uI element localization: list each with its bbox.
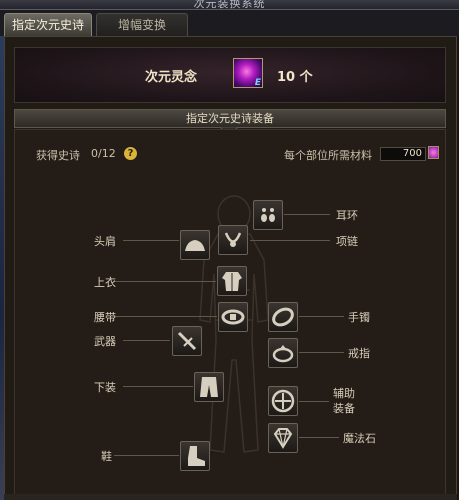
label-weapon: 武器: [94, 335, 116, 348]
slot-top[interactable]: [217, 266, 247, 296]
label-belt: 腰带: [94, 311, 116, 324]
label-shoulder: 头肩: [94, 235, 116, 248]
leader-line-support: [299, 401, 329, 402]
window-title-bar: 次元装换系统: [0, 0, 459, 10]
section-header: 指定次元史诗装备: [14, 109, 446, 128]
shoulder-armor-icon: [185, 240, 205, 251]
label-shoes: 鞋: [101, 450, 112, 463]
slot-support[interactable]: [268, 386, 298, 416]
dimension-orb-icon: E: [233, 58, 263, 88]
slot-bracelet[interactable]: [268, 302, 298, 332]
slot-belt[interactable]: [218, 302, 248, 332]
tab-bar: 指定次元史诗 增幅变换: [0, 10, 459, 36]
leader-line-top: [114, 281, 216, 282]
leader-line-shoulder: [123, 240, 179, 241]
slot-pants[interactable]: [194, 372, 224, 402]
currency-panel: 次元灵念 E 10 个: [14, 47, 446, 103]
leader-line-weapon: [123, 340, 170, 341]
top-armor-icon: [222, 272, 242, 291]
slot-shoulder[interactable]: [180, 230, 210, 260]
material-label: 每个部位所需材料: [284, 149, 372, 162]
currency-count: 10 个: [277, 70, 313, 85]
currency-badge: E: [254, 78, 261, 88]
slot-shoes[interactable]: [180, 441, 210, 471]
label-bracelet: 手镯: [348, 311, 370, 324]
earring-icon: [261, 208, 275, 222]
bracelet-icon: [272, 307, 294, 327]
slot-ring[interactable]: [268, 338, 298, 368]
material-value-box: 700: [380, 147, 426, 161]
leader-line-ring: [299, 352, 344, 353]
necklace-icon: [224, 232, 242, 247]
leader-line-pants: [123, 386, 193, 387]
tab-designated-epic[interactable]: 指定次元史诗: [4, 13, 92, 36]
leader-line-bracelet: [299, 316, 344, 317]
leader-line-necklace: [250, 240, 330, 241]
currency-name: 次元灵念: [145, 70, 198, 85]
belt-icon: [221, 309, 245, 325]
label-earring: 耳环: [336, 209, 358, 222]
label-pants: 下装: [94, 381, 116, 394]
label-necklace: 项链: [336, 235, 358, 248]
frame-bottom: [4, 494, 457, 500]
help-icon[interactable]: ?: [124, 147, 137, 160]
label-magic-stone: 魔法石: [343, 432, 376, 445]
slot-weapon[interactable]: [172, 326, 202, 356]
label-support: 辅助 装备: [333, 387, 355, 415]
sword-icon: [177, 331, 197, 351]
slot-earring[interactable]: [253, 200, 283, 230]
support-equipment-icon: [271, 389, 295, 413]
leader-line-shoes: [114, 455, 179, 456]
leader-line-earring: [284, 214, 330, 215]
leader-line-magic-stone: [299, 437, 339, 438]
obtained-label: 获得史诗: [36, 149, 80, 162]
tab-amplify-transform[interactable]: 增幅变换: [96, 13, 188, 36]
leader-line-belt: [114, 316, 217, 317]
label-top: 上衣: [94, 276, 116, 289]
boot-icon: [188, 446, 205, 466]
ring-icon: [272, 345, 294, 363]
slot-necklace[interactable]: [218, 225, 248, 255]
label-ring: 戒指: [348, 347, 370, 360]
slot-magic-stone[interactable]: [268, 423, 298, 453]
obtained-value: 0/12: [91, 147, 116, 160]
gem-icon: [273, 428, 293, 449]
pants-icon: [200, 377, 218, 397]
material-orb-icon: [428, 146, 439, 159]
